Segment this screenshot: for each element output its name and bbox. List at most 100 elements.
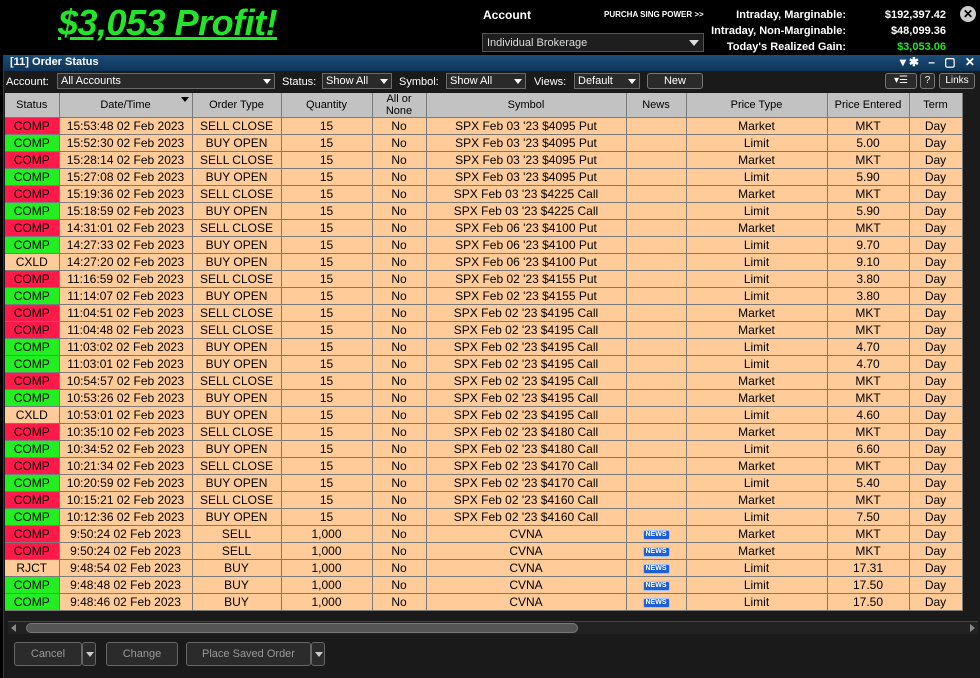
table-row[interactable]: COMP 15:53:48 02 Feb 2023 SELL CLOSE 15 No SP… <box>5 117 963 135</box>
price-type-cell: Limit <box>686 253 828 271</box>
table-row[interactable]: CXLD 10:53:01 02 Feb 2023 BUY OPEN 15 No SPX … <box>5 406 963 424</box>
cancel-order-button[interactable]: Cancel <box>14 642 82 666</box>
status-cell: COMP <box>5 508 60 526</box>
quantity-cell: 15 <box>281 389 373 407</box>
price-type-cell: Limit <box>686 593 828 611</box>
column-header-datetime[interactable]: Date/Time <box>59 93 193 118</box>
help-button[interactable]: ? <box>920 73 935 89</box>
price-entered-cell: MKT <box>827 219 910 237</box>
table-row[interactable]: COMP 9:50:24 02 Feb 2023 SELL 1,000 No CVNA NE… <box>5 525 963 543</box>
symbol-filter-select[interactable]: Show All <box>446 73 526 89</box>
news-cell <box>626 338 687 356</box>
status-cell: COMP <box>5 576 60 594</box>
news-badge-icon[interactable]: NEWS <box>642 563 670 574</box>
column-header-news[interactable]: News <box>626 93 687 118</box>
table-row[interactable]: COMP 11:16:59 02 Feb 2023 SELL CLOSE 15 No SP… <box>5 270 963 288</box>
status-filter-select[interactable]: Show All <box>322 73 392 89</box>
news-badge-icon[interactable]: NEWS <box>642 546 670 557</box>
term-cell: Day <box>909 406 963 424</box>
change-order-button[interactable]: Change <box>106 642 178 666</box>
quantity-cell: 15 <box>281 151 373 169</box>
table-row[interactable]: COMP 10:12:36 02 Feb 2023 BUY OPEN 15 No SPX … <box>5 508 963 526</box>
price-type-cell: Market <box>686 525 828 543</box>
datetime-cell: 11:04:48 02 Feb 2023 <box>59 321 193 339</box>
views-filter-select[interactable]: Default <box>574 73 640 89</box>
scroll-left-icon[interactable] <box>11 624 16 632</box>
column-header-term[interactable]: Term <box>909 93 963 118</box>
place-saved-dropdown-button[interactable] <box>311 642 325 666</box>
datetime-cell: 15:28:14 02 Feb 2023 <box>59 151 193 169</box>
table-row[interactable]: COMP 10:34:52 02 Feb 2023 BUY OPEN 15 No SPX … <box>5 440 963 458</box>
cancel-dropdown-button[interactable] <box>82 642 96 666</box>
table-row[interactable]: COMP 9:48:48 02 Feb 2023 BUY 1,000 No CVNA NEW… <box>5 576 963 594</box>
table-row[interactable]: COMP 10:54:57 02 Feb 2023 SELL CLOSE 15 No SP… <box>5 372 963 390</box>
table-row[interactable]: COMP 15:28:14 02 Feb 2023 SELL CLOSE 15 No SP… <box>5 151 963 169</box>
table-row[interactable]: COMP 10:21:34 02 Feb 2023 SELL CLOSE 15 No SP… <box>5 457 963 475</box>
table-row[interactable]: COMP 11:04:51 02 Feb 2023 SELL CLOSE 15 No SP… <box>5 304 963 322</box>
new-order-button[interactable]: New <box>647 73 703 89</box>
table-row[interactable]: RJCT 9:48:54 02 Feb 2023 BUY 1,000 No CVNA NEW… <box>5 559 963 577</box>
column-header-symbol[interactable]: Symbol <box>426 93 627 118</box>
table-row[interactable]: COMP 10:20:59 02 Feb 2023 BUY OPEN 15 No SPX … <box>5 474 963 492</box>
column-header-status[interactable]: Status <box>5 93 60 118</box>
links-button[interactable]: Links <box>939 73 975 89</box>
datetime-cell: 11:03:01 02 Feb 2023 <box>59 355 193 373</box>
column-header-order-type[interactable]: Order Type <box>192 93 282 118</box>
price-entered-cell: 5.90 <box>827 168 910 186</box>
column-menu-icon[interactable]: ▾☰ <box>885 73 917 89</box>
price-type-cell: Market <box>686 321 828 339</box>
table-row[interactable]: COMP 9:50:24 02 Feb 2023 SELL 1,000 No CVNA NE… <box>5 542 963 560</box>
quantity-cell: 15 <box>281 440 373 458</box>
purchasing-power-link[interactable]: PURCHA SING POWER >> <box>604 10 704 19</box>
table-row[interactable]: COMP 10:53:26 02 Feb 2023 BUY OPEN 15 No SPX … <box>5 389 963 407</box>
symbol-cell: SPX Feb 02 '23 $4180 Call <box>426 423 627 441</box>
chevron-down-icon <box>628 79 636 84</box>
table-row[interactable]: COMP 14:27:33 02 Feb 2023 BUY OPEN 15 No SPX … <box>5 236 963 254</box>
scroll-right-icon[interactable] <box>970 624 975 632</box>
table-row[interactable]: COMP 11:04:48 02 Feb 2023 SELL CLOSE 15 No SP… <box>5 321 963 339</box>
filter-toolbar: Account: All Accounts Status: Show All S… <box>4 71 980 92</box>
table-row[interactable]: CXLD 14:27:20 02 Feb 2023 BUY OPEN 15 No SPX … <box>5 253 963 271</box>
order-type-cell: BUY OPEN <box>192 253 282 271</box>
term-cell: Day <box>909 304 963 322</box>
scrollbar-thumb[interactable] <box>26 623 578 633</box>
table-row[interactable]: COMP 14:31:01 02 Feb 2023 SELL CLOSE 15 No SP… <box>5 219 963 237</box>
news-badge-icon[interactable]: NEWS <box>642 529 670 540</box>
order-type-cell: SELL CLOSE <box>192 304 282 322</box>
all-or-none-cell: No <box>372 287 427 305</box>
news-badge-icon[interactable]: NEWS <box>642 597 670 608</box>
news-cell <box>626 406 687 424</box>
symbol-cell: CVNA <box>426 559 627 577</box>
account-select[interactable]: Individual Brokerage <box>482 33 704 52</box>
datetime-cell: 9:50:24 02 Feb 2023 <box>59 525 193 543</box>
table-row[interactable]: COMP 15:27:08 02 Feb 2023 BUY OPEN 15 No SPX … <box>5 168 963 186</box>
price-entered-cell: 4.70 <box>827 338 910 356</box>
news-badge-icon[interactable]: NEWS <box>642 580 670 591</box>
table-row[interactable]: COMP 11:03:02 02 Feb 2023 BUY OPEN 15 No SPX … <box>5 338 963 356</box>
column-header-all-or-none[interactable]: All or None <box>372 93 427 118</box>
column-header-price-type[interactable]: Price Type <box>686 93 828 118</box>
order-type-cell: SELL CLOSE <box>192 185 282 203</box>
price-entered-cell: 4.70 <box>827 355 910 373</box>
all-or-none-cell: No <box>372 559 427 577</box>
account-filter-select[interactable]: All Accounts <box>57 73 275 89</box>
horizontal-scrollbar[interactable] <box>8 621 978 634</box>
table-row[interactable]: COMP 11:14:07 02 Feb 2023 BUY OPEN 15 No SPX … <box>5 287 963 305</box>
table-row[interactable]: COMP 11:03:01 02 Feb 2023 BUY OPEN 15 No SPX … <box>5 355 963 373</box>
table-row[interactable]: COMP 15:52:30 02 Feb 2023 BUY OPEN 15 No SPX … <box>5 134 963 152</box>
price-entered-cell: 9.70 <box>827 236 910 254</box>
close-icon[interactable]: ✕ <box>960 6 976 22</box>
table-row[interactable]: COMP 9:48:46 02 Feb 2023 BUY 1,000 No CVNA NEW… <box>5 593 963 611</box>
window-controls-icon[interactable]: ▾✱ – ▢ ✕ <box>900 55 978 69</box>
metric-value-marginable: $192,397.42 <box>884 9 946 21</box>
table-row[interactable]: COMP 15:18:59 02 Feb 2023 BUY OPEN 15 No SPX … <box>5 202 963 220</box>
symbol-cell: SPX Feb 02 '23 $4160 Call <box>426 491 627 509</box>
chevron-down-icon <box>514 79 522 84</box>
table-row[interactable]: COMP 15:19:36 02 Feb 2023 SELL CLOSE 15 No SP… <box>5 185 963 203</box>
place-saved-order-button[interactable]: Place Saved Order <box>186 642 311 666</box>
column-header-quantity[interactable]: Quantity <box>281 93 373 118</box>
symbol-cell: SPX Feb 02 '23 $4195 Call <box>426 355 627 373</box>
table-row[interactable]: COMP 10:15:21 02 Feb 2023 SELL CLOSE 15 No SP… <box>5 491 963 509</box>
column-header-price-entered[interactable]: Price Entered <box>827 93 910 118</box>
table-row[interactable]: COMP 10:35:10 02 Feb 2023 SELL CLOSE 15 No SP… <box>5 423 963 441</box>
